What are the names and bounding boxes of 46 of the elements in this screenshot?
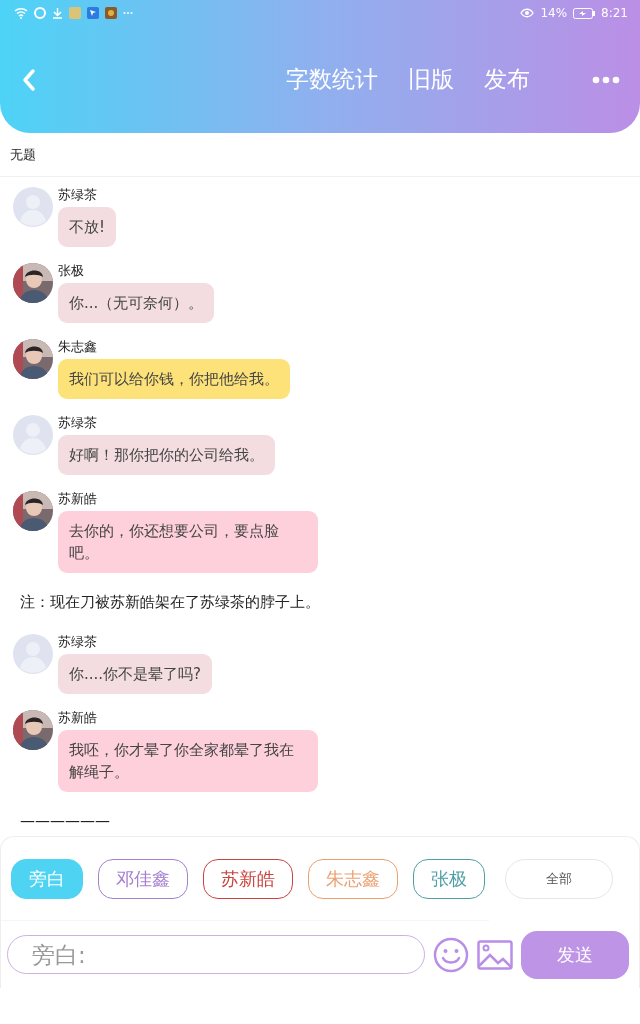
wifi-icon (14, 7, 28, 19)
eye-icon (520, 8, 535, 18)
character-chip[interactable]: 邓佳鑫 (98, 858, 188, 899)
speaker-name: 苏绿茶 (58, 634, 98, 650)
document-title: 无题 (10, 145, 36, 164)
narration-text: 注：现在刀被苏新皓架在了苏绿茶的脖子上。 (19, 592, 321, 613)
game-app-icon (105, 7, 117, 19)
back-icon[interactable] (22, 67, 36, 92)
message-bubble: 去你的，你还想要公司，要点脸吧。 (58, 511, 318, 573)
speaker-name: 张极 (58, 263, 85, 279)
battery-percent: 14% (540, 6, 568, 20)
avatar-placeholder-icon (13, 187, 53, 227)
emoji-icon[interactable] (433, 936, 469, 973)
more-icon[interactable] (592, 75, 620, 84)
header-action[interactable]: 旧版 (408, 64, 454, 95)
message-bubble: 你...（无可奈何）。 (58, 283, 215, 323)
character-chip[interactable]: 朱志鑫 (308, 858, 398, 899)
message-bubble: 我们可以给你钱，你把他给我。 (58, 359, 290, 399)
app-icon (69, 7, 81, 19)
download-icon (52, 7, 63, 19)
message-bubble: 不放! (58, 207, 116, 247)
clock: 8:21 (601, 6, 628, 20)
battery-icon (573, 7, 596, 19)
character-chip[interactable]: 旁白 (11, 858, 83, 899)
message-bubble: 我呸，你才晕了你全家都晕了我在解绳子。 (58, 730, 318, 792)
cursor-app-icon (87, 7, 99, 19)
character-chip[interactable]: 苏新皓 (203, 858, 293, 899)
avatar-placeholder-icon (13, 634, 53, 674)
header-action[interactable]: 字数统计 (286, 64, 378, 95)
more-icon (123, 11, 133, 15)
speaker-name: 苏新皓 (58, 491, 98, 507)
character-chip[interactable]: 张极 (413, 858, 485, 899)
all-characters-button[interactable]: 全部 (505, 859, 613, 899)
speaker-name: 苏新皓 (58, 710, 98, 726)
message-bubble: 好啊！那你把你的公司给我。 (58, 435, 275, 475)
message-input[interactable]: 旁白: (7, 935, 425, 974)
send-button[interactable]: 发送 (521, 930, 629, 979)
speaker-name: 朱志鑫 (58, 339, 98, 355)
image-icon[interactable] (477, 939, 513, 970)
avatar-placeholder-icon (13, 415, 53, 455)
message-bubble: 你....你不是晕了吗? (58, 654, 213, 694)
narration-text: —————— (19, 811, 111, 832)
ring-icon (34, 7, 46, 19)
speaker-name: 苏绿茶 (58, 187, 98, 203)
speaker-name: 苏绿茶 (58, 415, 98, 431)
header-action[interactable]: 发布 (484, 64, 530, 95)
